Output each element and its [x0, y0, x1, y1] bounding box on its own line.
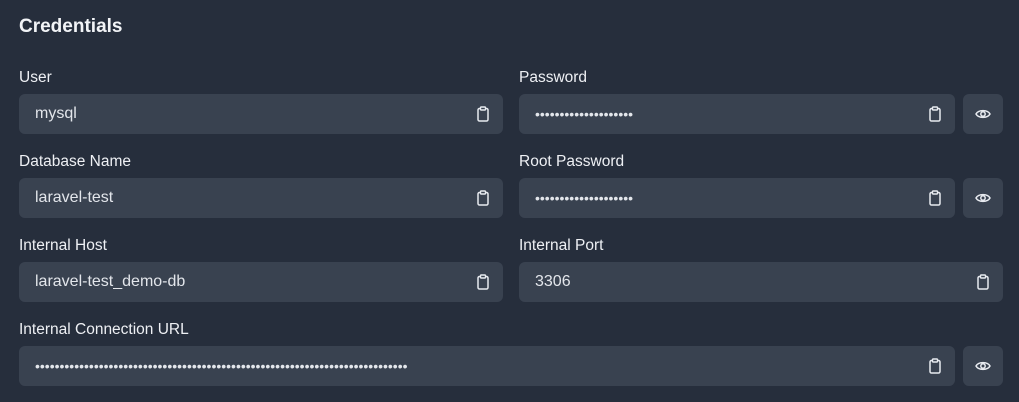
copy-internal-port-button[interactable]: [963, 262, 1003, 302]
section-title: Credentials: [19, 16, 123, 37]
root-password-field[interactable]: ••••••••••••••••••••: [519, 178, 955, 218]
password-field[interactable]: ••••••••••••••••••••: [519, 94, 955, 134]
copy-internal-host-button[interactable]: [463, 262, 503, 302]
clipboard-icon: [977, 274, 989, 290]
copy-user-button[interactable]: [463, 94, 503, 134]
database-name-field[interactable]: laravel-test: [19, 178, 503, 218]
reveal-password-button[interactable]: [963, 94, 1003, 134]
clipboard-icon: [477, 190, 489, 206]
internal-port-field[interactable]: 3306: [519, 262, 1003, 302]
copy-database-name-button[interactable]: [463, 178, 503, 218]
internal-port-value: 3306: [535, 273, 571, 290]
copy-password-button[interactable]: [915, 94, 955, 134]
clipboard-icon: [477, 106, 489, 122]
credentials-panel: Credentials User mysql Password ••••••••…: [0, 0, 1019, 402]
user-value: mysql: [35, 105, 77, 122]
clipboard-icon: [929, 190, 941, 206]
eye-icon: [975, 361, 991, 371]
password-label: Password: [519, 69, 588, 86]
eye-icon: [975, 109, 991, 119]
clipboard-icon: [929, 358, 941, 374]
internal-host-value: laravel-test_demo-db: [35, 273, 186, 290]
database-name-value: laravel-test: [35, 189, 114, 206]
internal-host-label: Internal Host: [19, 237, 107, 254]
database-name-label: Database Name: [19, 153, 132, 170]
internal-host-field[interactable]: laravel-test_demo-db: [19, 262, 503, 302]
internal-connection-url-label: Internal Connection URL: [19, 321, 189, 338]
reveal-internal-connection-url-button[interactable]: [963, 346, 1003, 386]
copy-internal-connection-url-button[interactable]: [915, 346, 955, 386]
internal-connection-url-value: ••••••••••••••••••••••••••••••••••••••••…: [35, 358, 408, 374]
root-password-label: Root Password: [519, 153, 625, 170]
eye-icon: [975, 193, 991, 203]
copy-root-password-button[interactable]: [915, 178, 955, 218]
user-label: User: [19, 69, 52, 86]
root-password-value: ••••••••••••••••••••: [535, 190, 634, 206]
internal-connection-url-field[interactable]: ••••••••••••••••••••••••••••••••••••••••…: [19, 346, 955, 386]
reveal-root-password-button[interactable]: [963, 178, 1003, 218]
clipboard-icon: [929, 106, 941, 122]
clipboard-icon: [477, 274, 489, 290]
password-value: ••••••••••••••••••••: [535, 106, 634, 122]
internal-port-label: Internal Port: [519, 237, 604, 254]
user-field[interactable]: mysql: [19, 94, 503, 134]
